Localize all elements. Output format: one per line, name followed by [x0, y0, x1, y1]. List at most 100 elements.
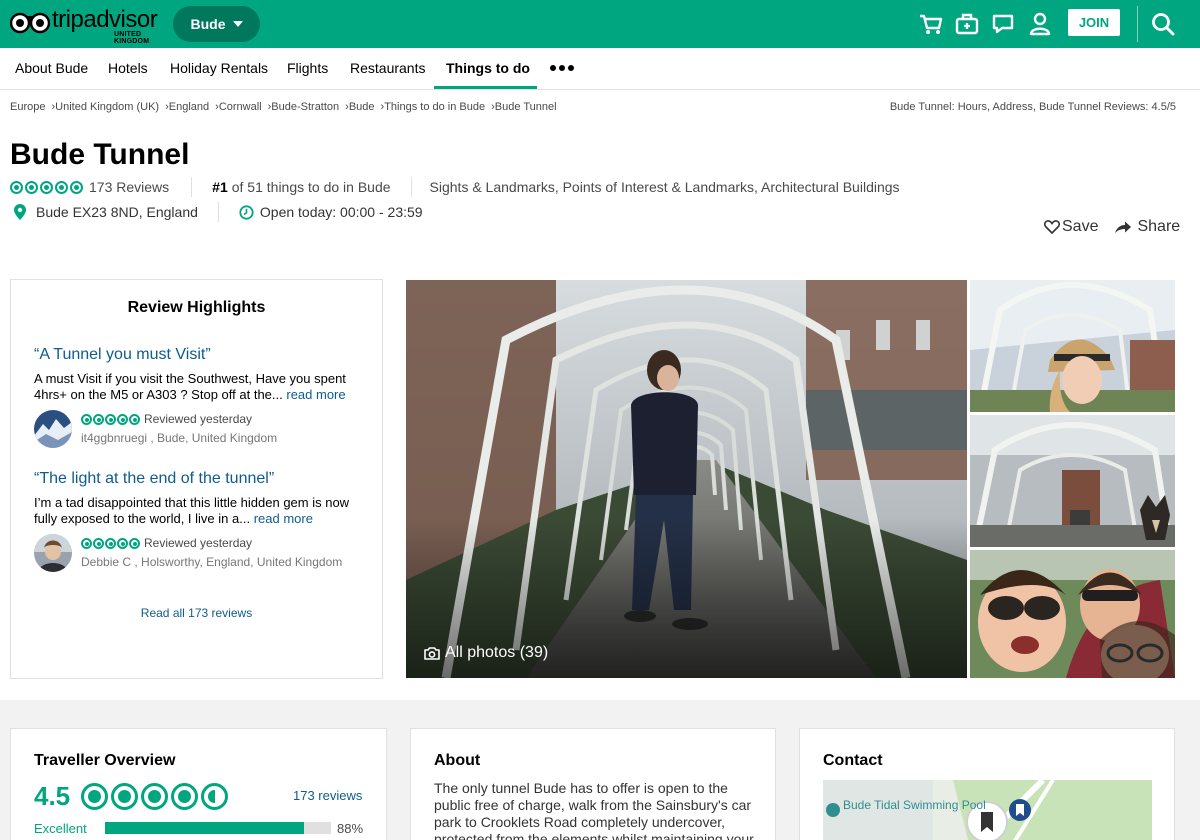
traveller-overview-title: Traveller Overview: [34, 752, 176, 769]
rating-bar-excellent[interactable]: [105, 822, 331, 834]
read-more-link[interactable]: read more: [286, 387, 345, 402]
rating-percent: 88%: [337, 821, 364, 836]
breadcrumb-item[interactable]: England: [169, 101, 209, 113]
overall-rating-bubbles: [81, 783, 228, 810]
rating-row: 173 Reviews #1 of 51 things to do in Bud…: [10, 177, 900, 197]
main-photo[interactable]: [406, 280, 967, 678]
review-rating-bubbles: [81, 414, 140, 426]
traveller-overview-card: Traveller Overview 4.5 173 reviews Excel…: [10, 728, 387, 840]
about-title: About: [434, 752, 481, 769]
nav-active-indicator: [434, 86, 537, 89]
divider: [191, 177, 193, 197]
join-button[interactable]: JOIN: [1068, 9, 1120, 36]
messages-icon[interactable]: [990, 11, 1016, 37]
chevron-down-icon: [232, 21, 243, 27]
location-pin-icon: [14, 204, 26, 220]
save-share-actions: Save Share: [1044, 218, 1180, 236]
review-highlights-title: Review Highlights: [127, 299, 266, 316]
review-title-link[interactable]: “A Tunnel you must Visit”: [34, 346, 211, 364]
reviews-count-link[interactable]: 173 Reviews: [89, 179, 169, 195]
bubble-icon: [70, 180, 83, 194]
bubble-icon: [55, 180, 68, 194]
rank-number: #1: [212, 179, 228, 195]
nav-item-about-bude[interactable]: About Bude: [15, 60, 88, 76]
breadcrumb-item[interactable]: United Kingdom (UK): [55, 101, 159, 113]
rating-bar-fill: [105, 822, 304, 834]
divider: [217, 202, 219, 222]
breadcrumb-item[interactable]: Bude-Stratton: [271, 101, 339, 113]
review-meta: Reviewed yesterday: [81, 412, 252, 426]
bubble-icon: [81, 783, 108, 810]
rating-label-excellent[interactable]: Excellent: [34, 821, 87, 836]
nav-item-hotels[interactable]: Hotels: [108, 60, 148, 76]
all-photos-label: All photos (39): [445, 644, 549, 661]
breadcrumb-item[interactable]: Bude: [349, 101, 375, 113]
bubble-icon: [25, 180, 38, 194]
address[interactable]: Bude EX23 8ND, England: [36, 204, 198, 220]
read-all-reviews-link[interactable]: Read all 173 reviews: [11, 606, 382, 620]
contact-title: Contact: [823, 752, 883, 769]
more-icon[interactable]: [550, 65, 574, 71]
location-label: Bude: [190, 16, 226, 32]
bubble-icon: [40, 180, 53, 194]
review-meta: Reviewed yesterday: [81, 536, 252, 550]
review-snippet: A must Visit if you visit the Southwest,…: [34, 371, 369, 403]
reviews-count-link[interactable]: 173 reviews: [293, 788, 362, 803]
breadcrumb-item[interactable]: Cornwall: [219, 101, 262, 113]
thumbnail-photo[interactable]: [970, 415, 1175, 547]
info-row: Bude EX23 8ND, England Open today: 00:00…: [10, 202, 423, 222]
review-snippet: I’m a tad disappointed that this little …: [34, 495, 369, 527]
profile-icon[interactable]: [1027, 11, 1053, 37]
header-divider: [1137, 6, 1138, 42]
page-subtitle: Bude Tunnel: Hours, Address, Bude Tunnel…: [889, 101, 1176, 113]
divider: [410, 177, 412, 197]
all-photos-button[interactable]: All photos (39): [424, 644, 548, 662]
cart-icon[interactable]: [918, 11, 944, 37]
categories[interactable]: Sights & Landmarks, Points of Interest &…: [430, 179, 900, 195]
nav-item-holiday-rentals[interactable]: Holiday Rentals: [170, 60, 268, 76]
share-button[interactable]: Share: [1137, 218, 1180, 236]
top-bar: tripadvisor UNITED KINGDOM Bude JOIN: [0, 0, 1200, 48]
review-date: Reviewed yesterday: [144, 536, 253, 550]
breadcrumb: Europe ›United Kingdom (UK) ›England ›Cornw…: [10, 101, 557, 113]
thumbnail-photo[interactable]: [970, 550, 1175, 678]
camera-icon: [424, 646, 440, 660]
review-title-link[interactable]: “The light at the end of the tunnel”: [34, 470, 274, 488]
save-button[interactable]: Save: [1062, 218, 1098, 236]
map-poi-label[interactable]: Bude Tidal Swimming Pool: [843, 799, 986, 812]
nav-item-restaurants[interactable]: Restaurants: [350, 60, 425, 76]
about-text: The only tunnel Bude has to offer is ope…: [434, 780, 754, 840]
overall-score: 4.5: [34, 781, 71, 811]
review-highlights-card: Review Highlights “A Tunnel you must Vis…: [10, 279, 383, 679]
read-more-link[interactable]: read more: [254, 511, 313, 526]
review-author[interactable]: it4ggbnruegi , Bude, United Kingdom: [81, 431, 277, 445]
bubble-icon: [111, 783, 138, 810]
trips-icon[interactable]: [954, 11, 980, 37]
clock-icon: [239, 204, 254, 220]
thumbnail-photo[interactable]: [970, 280, 1175, 412]
avatar[interactable]: [34, 410, 72, 448]
review-author[interactable]: Debbie C , Holsworthy, England, United K…: [81, 555, 342, 569]
review-rating-bubbles: [81, 538, 140, 550]
logo-country: UNITED KINGDOM: [114, 31, 150, 45]
nav-item-things-to-do[interactable]: Things to do: [446, 60, 530, 76]
owl-logo-icon: [10, 12, 50, 34]
location-map[interactable]: Bude Tidal Swimming Pool: [823, 780, 1152, 840]
contact-card: Contact Bude Tidal Swimming Pool: [799, 728, 1175, 840]
share-icon: [1115, 221, 1132, 233]
bubble-icon: [141, 783, 168, 810]
breadcrumb-item[interactable]: Things to do in Bude: [384, 101, 485, 113]
avatar[interactable]: [34, 534, 72, 572]
logo-wordmark: tripadvisor: [52, 6, 158, 33]
breadcrumb-item[interactable]: Europe: [10, 101, 45, 113]
bubble-icon: [171, 783, 198, 810]
opening-hours[interactable]: Open today: 00:00 - 23:59: [260, 204, 423, 220]
tunnel-photo: [406, 280, 967, 678]
nav-item-flights[interactable]: Flights: [287, 60, 328, 76]
tripadvisor-logo[interactable]: tripadvisor UNITED KINGDOM: [10, 6, 160, 45]
about-card: About The only tunnel Bude has to offer …: [410, 728, 776, 840]
location-selector[interactable]: Bude: [173, 6, 260, 42]
rank-text[interactable]: of 51 things to do in Bude: [232, 179, 391, 195]
half-bubble-icon: [201, 783, 228, 810]
search-icon[interactable]: [1150, 11, 1176, 37]
